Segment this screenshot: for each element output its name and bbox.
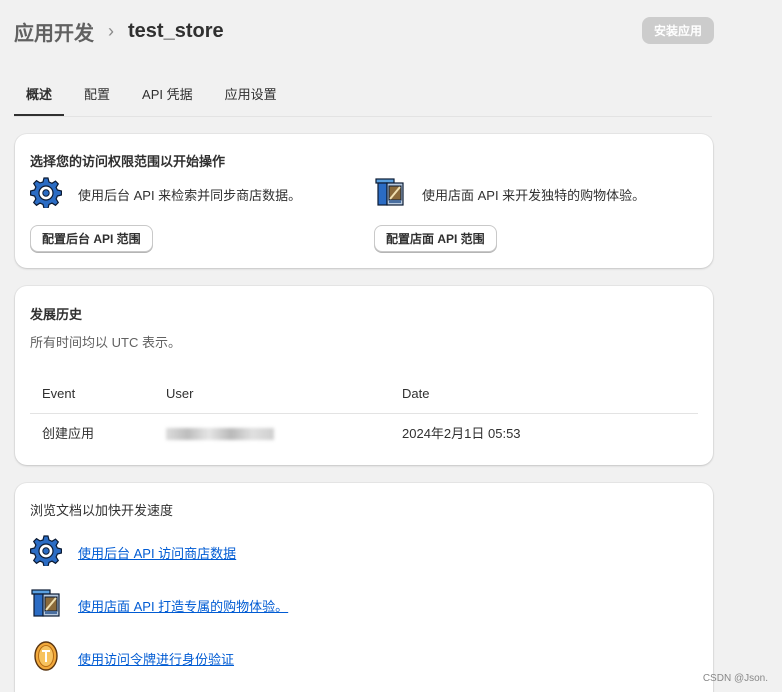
page-header: 应用开发 › test_store 安装应用: [14, 16, 714, 46]
table-header-row: Event User Date: [30, 374, 698, 414]
column-header-event: Event: [30, 374, 166, 414]
tab-overview[interactable]: 概述: [14, 72, 65, 116]
gear-icon: [30, 176, 62, 208]
gear-icon: [30, 534, 62, 566]
doc-link-admin-api[interactable]: 使用后台 API 访问商店数据: [78, 543, 236, 562]
watermark: CSDN @Json.: [702, 673, 768, 684]
storefront-icon: [374, 176, 406, 208]
table-row: 创建应用 2024年2月1日 05:53: [30, 413, 698, 452]
access-scopes-card: 选择您的访问权限范围以开始操作 使用后台 API 来检索并同步商店数据。 配置后…: [15, 134, 713, 268]
docs-title: 浏览文档以加快开发速度: [30, 503, 174, 518]
configure-storefront-api-button[interactable]: 配置店面 API 范围: [374, 225, 497, 252]
tab-app-settings[interactable]: 应用设置: [213, 72, 289, 116]
scopes-title: 选择您的访问权限范围以开始操作: [30, 154, 226, 169]
column-header-date: Date: [402, 374, 698, 414]
breadcrumb-separator-icon: ›: [108, 20, 114, 41]
history-table: Event User Date 创建应用 2024年2月1日 05:53: [30, 374, 698, 452]
history-card: 发展历史 所有时间均以 UTC 表示。 Event User Date 创建应用…: [15, 286, 713, 465]
tab-bar: 概述 配置 API 凭据 应用设置: [14, 72, 712, 117]
redacted-user: [166, 427, 274, 440]
history-title: 发展历史: [30, 307, 83, 322]
date-cell: 2024年2月1日 05:53: [402, 426, 521, 442]
admin-api-description: 使用后台 API 来检索并同步商店数据。: [78, 188, 302, 203]
token-icon: [30, 640, 62, 672]
install-app-button[interactable]: 安装应用: [642, 17, 714, 44]
tab-configuration[interactable]: 配置: [72, 72, 122, 116]
storefront-api-description: 使用店面 API 来开发独特的购物体验。: [422, 188, 646, 203]
breadcrumb-parent[interactable]: 应用开发: [14, 17, 94, 46]
history-subtitle: 所有时间均以 UTC 表示。: [30, 335, 181, 350]
user-cell: [166, 413, 402, 452]
column-header-user: User: [166, 374, 402, 414]
event-cell: 创建应用: [42, 426, 95, 442]
storefront-icon: [30, 587, 62, 619]
docs-card: 浏览文档以加快开发速度 使用后台 API 访问商店数据 使用店面 API 打造专…: [15, 483, 713, 692]
doc-link-storefront-api[interactable]: 使用店面 API 打造专属的购物体验。: [78, 596, 288, 615]
page-title: test_store: [128, 19, 224, 42]
configure-admin-api-button[interactable]: 配置后台 API 范围: [30, 225, 153, 252]
doc-link-access-token[interactable]: 使用访问令牌进行身份验证: [78, 649, 234, 668]
tab-api-credentials[interactable]: API 凭据: [130, 72, 205, 116]
